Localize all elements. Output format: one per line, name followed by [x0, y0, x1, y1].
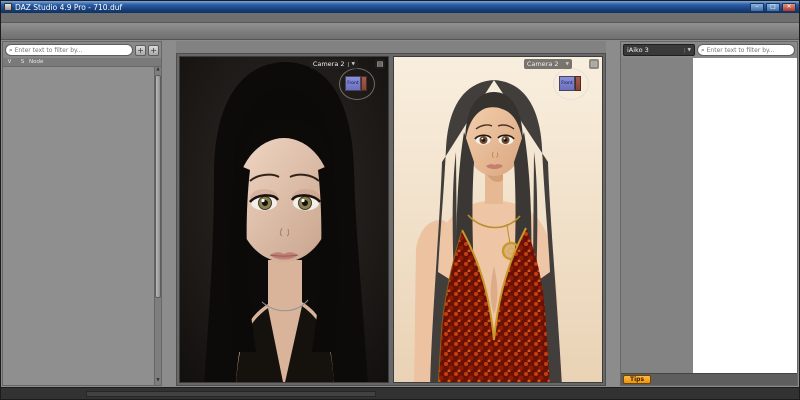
minimize-button[interactable]: –	[750, 3, 764, 12]
render-right-character[interactable]	[394, 57, 602, 382]
parameters-body	[621, 58, 797, 373]
main-area: ⌕ + + V S Node ▲ ▼	[1, 40, 799, 387]
camera-selector-label[interactable]: Camera 2	[527, 60, 559, 68]
pane-options-icon[interactable]: ▤	[589, 59, 599, 69]
node-selector-arrow-icon: ▼	[684, 48, 691, 53]
scene-scrollbar[interactable]: ▲ ▼	[154, 67, 161, 385]
visibility-column-header: V	[3, 59, 16, 65]
scene-filter-row: ⌕ + +	[3, 42, 161, 58]
parameters-search-box: ⌕	[697, 44, 795, 56]
parameters-header: iAiko 3 ▼ ⌕	[621, 42, 797, 58]
window-title: DAZ Studio 4.9 Pro - 710.duf	[15, 3, 122, 12]
menu-bar	[1, 13, 799, 23]
tips-button[interactable]: Tips	[623, 375, 651, 384]
viewport-panes: Camera 2 ▼ ▤ Front	[176, 53, 606, 386]
node-selector-label: iAiko 3	[627, 46, 649, 54]
camera-selector-bar[interactable]: Camera 2 ▼	[310, 59, 358, 69]
pane-options-icon[interactable]: ▤	[375, 59, 385, 69]
camera-selector-label[interactable]: Camera 2	[313, 60, 345, 68]
search-icon: ⌕	[701, 46, 705, 55]
view-cube[interactable]: Front	[342, 71, 372, 97]
status-segment	[86, 391, 376, 397]
parameters-sliders	[693, 58, 797, 373]
status-bar	[1, 387, 799, 399]
camera-dropdown-icon[interactable]: ▼	[562, 62, 569, 67]
scroll-up-icon[interactable]: ▲	[155, 67, 161, 74]
viewport-pane-right[interactable]: Camera 2 ▼ ▤ Front	[393, 56, 603, 383]
scrollbar-thumb[interactable]	[155, 75, 161, 298]
node-selector-dropdown[interactable]: iAiko 3 ▼	[623, 44, 695, 56]
cube-front-face[interactable]: Front	[345, 76, 361, 91]
app-icon	[4, 3, 12, 11]
selectable-column-header: S	[16, 59, 29, 65]
toolbar	[1, 23, 799, 40]
parameters-panel: iAiko 3 ▼ ⌕ Tips	[620, 41, 798, 386]
camera-dropdown-icon[interactable]: ▼	[348, 62, 355, 67]
window-controls: – □ ✕	[750, 3, 796, 12]
parameters-filter-input[interactable]	[707, 47, 791, 54]
title-bar[interactable]: DAZ Studio 4.9 Pro - 710.duf – □ ✕	[1, 1, 799, 13]
scene-panel: ⌕ + + V S Node ▲ ▼	[2, 41, 162, 386]
add-filter-button[interactable]: +	[148, 45, 159, 56]
viewport-pane-left[interactable]: Camera 2 ▼ ▤ Front	[179, 56, 389, 383]
viewport-tab-bar	[176, 41, 606, 53]
scene-filter-input[interactable]	[15, 47, 129, 54]
maximize-button[interactable]: □	[766, 3, 780, 12]
scene-tree-header: V S Node	[3, 58, 161, 67]
viewport-area: Camera 2 ▼ ▤ Front	[176, 41, 606, 386]
cube-front-face[interactable]: Front	[559, 76, 575, 91]
camera-selector-bar[interactable]: Camera 2 ▼	[524, 59, 572, 69]
cube-side-face[interactable]	[575, 76, 581, 91]
parameters-nav	[621, 58, 693, 373]
view-cube[interactable]: Front	[556, 71, 586, 97]
add-node-button[interactable]: +	[135, 45, 146, 56]
scroll-down-icon[interactable]: ▼	[155, 378, 161, 385]
close-button[interactable]: ✕	[782, 3, 796, 12]
node-column-header: Node	[29, 59, 161, 65]
render-left-character[interactable]	[180, 57, 388, 382]
left-tab-strip	[163, 40, 176, 387]
scene-search-box: ⌕	[5, 44, 133, 56]
cube-side-face[interactable]	[361, 76, 367, 91]
search-icon: ⌕	[9, 46, 13, 55]
scene-tree: ▲ ▼	[3, 67, 161, 385]
parameters-footer: Tips	[621, 373, 797, 385]
right-tab-strip	[606, 40, 619, 387]
daz-studio-window: DAZ Studio 4.9 Pro - 710.duf – □ ✕ ⌕ + +…	[0, 0, 800, 400]
